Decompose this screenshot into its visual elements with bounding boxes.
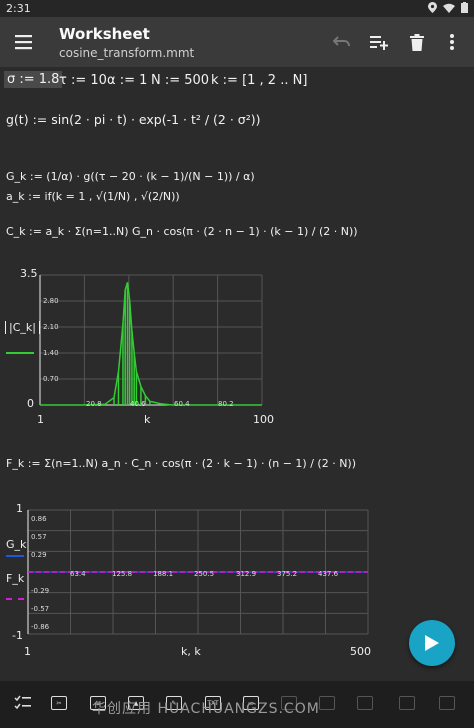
watermark: 华创应用 HUACHUANGZS.COM [92, 701, 320, 717]
F-definition[interactable]: F_k := Σ(n=1..N) a_n · C_n · cos(π · (2 … [6, 457, 356, 470]
plot2-ytick: -0.86 [31, 623, 50, 631]
plot1-ytick: 0.70 [43, 375, 59, 383]
plot2-legend-F [6, 598, 24, 600]
plot2-ytick: -0.29 [31, 587, 50, 595]
plot2-ytick: -0.57 [31, 605, 50, 613]
delete-button[interactable] [405, 30, 429, 54]
plot2-xlabel: k, k [181, 645, 201, 658]
location-icon [428, 2, 437, 13]
checklist-button[interactable] [12, 692, 34, 714]
G-definition[interactable]: G_k := (1/α) · g((τ − 20 · (k − 1)/(N − … [6, 170, 255, 183]
param-sigma[interactable]: σ := 1.8 [4, 71, 63, 88]
toolbar-button-11[interactable] [396, 692, 418, 714]
plot2-ytick: 0.86 [31, 515, 47, 523]
plot-g-f-signals[interactable]: 1 -1 G_k F_k 1 k, k 500 0.86 0.57 0.29 -… [0, 502, 380, 662]
plot1-xtick: 20.8 [86, 400, 102, 408]
toolbar-icon-11 [399, 696, 415, 710]
plot2-canvas [27, 509, 369, 635]
plot2-ymin: -1 [12, 629, 23, 642]
undo-icon [333, 36, 350, 47]
g-definition[interactable]: g(t) := sin(2 · pi · t) · exp(-1 · t² / … [6, 112, 260, 127]
param-k[interactable]: k := [1 , 2 .. N] [211, 73, 307, 88]
plot2-ytick: 0.57 [31, 533, 47, 541]
run-button[interactable] [409, 620, 455, 666]
toolbar-icon-12 [439, 696, 455, 710]
plot2-ylabel-G: G_k [6, 538, 27, 551]
undo-button[interactable] [330, 30, 354, 54]
checklist-icon [14, 695, 31, 710]
toolbar-icon-10 [357, 696, 373, 710]
plot1-xtick: 40.6 [130, 400, 146, 408]
plot1-legend-swatch [6, 352, 34, 354]
play-icon [425, 635, 439, 651]
file-name: cosine_transform.mmt [59, 46, 195, 60]
more-vert-icon [450, 34, 454, 50]
plot2-xmin: 1 [24, 645, 31, 658]
insert-equation-button[interactable]: ✂ [48, 692, 70, 714]
equation-icon: ✂ [51, 696, 67, 710]
status-icons [428, 2, 468, 13]
plot2-ytick: 0.29 [31, 551, 47, 559]
menu-icon[interactable] [12, 31, 36, 53]
plot1-ytick: 2.10 [43, 323, 59, 331]
a-definition[interactable]: a_k := if(k = 1 , √(1/N) , √(2/N)) [6, 190, 180, 203]
plot2-xtick: 125.8 [112, 570, 133, 578]
plot1-xtick: 80.2 [218, 400, 234, 408]
app-bar: Worksheet cosine_transform.mmt [0, 17, 474, 67]
plot2-xtick: 188.1 [153, 570, 174, 578]
plot-c-magnitude[interactable]: 3.5 0 |C_k| 1 k 100 2.80 2.10 1.40 0.70 … [0, 265, 300, 435]
plot1-ylabel: |C_k| [5, 321, 40, 334]
plot2-ymax: 1 [16, 502, 23, 515]
plot1-xtick: 60.4 [174, 400, 190, 408]
plot1-xlabel: k [144, 413, 151, 426]
bottom-toolbar: ✂ ≡ ▲ ✎ TXT ▭ 华创应用 HUACHUANGZS.COM [0, 681, 474, 728]
toolbar-icon-9 [319, 696, 335, 710]
plot2-xmax: 500 [350, 645, 371, 658]
plot2-xtick: 63.4 [70, 570, 86, 578]
plot1-xmin: 1 [37, 413, 44, 426]
battery-icon [461, 2, 468, 13]
add-region-button[interactable] [367, 30, 391, 54]
status-bar: 2:31 [0, 0, 474, 17]
plot2-legend-G [6, 555, 24, 557]
worksheet-canvas[interactable]: σ := 1.8 τ := 10 α := 1 N := 500 k := [1… [0, 67, 474, 681]
wifi-icon [443, 3, 455, 13]
plot1-ymin: 0 [27, 397, 34, 410]
plot1-xmax: 100 [253, 413, 274, 426]
plot1-ytick: 1.40 [43, 349, 59, 357]
status-time: 2:31 [6, 2, 31, 15]
toolbar-button-12[interactable] [436, 692, 458, 714]
C-definition[interactable]: C_k := a_k · Σ(n=1..N) G_n · cos(π · (2 … [6, 225, 358, 238]
playlist-add-icon [370, 36, 388, 50]
plot2-xtick: 312.9 [236, 570, 257, 578]
plot2-xtick: 375.2 [277, 570, 298, 578]
param-N[interactable]: N := 500 [151, 73, 209, 88]
param-alpha[interactable]: α := 1 [107, 73, 147, 88]
param-tau[interactable]: τ := 10 [59, 73, 107, 88]
trash-icon [410, 33, 424, 51]
page-title: Worksheet [59, 25, 150, 43]
plot2-xtick: 437.6 [318, 570, 339, 578]
plot1-ytick: 2.80 [43, 297, 59, 305]
more-options-button[interactable] [440, 30, 464, 54]
toolbar-button-10[interactable] [354, 692, 376, 714]
plot1-ymax: 3.5 [20, 267, 38, 280]
plot2-xtick: 250.5 [194, 570, 215, 578]
plot2-ylabel-F: F_k [6, 572, 25, 585]
